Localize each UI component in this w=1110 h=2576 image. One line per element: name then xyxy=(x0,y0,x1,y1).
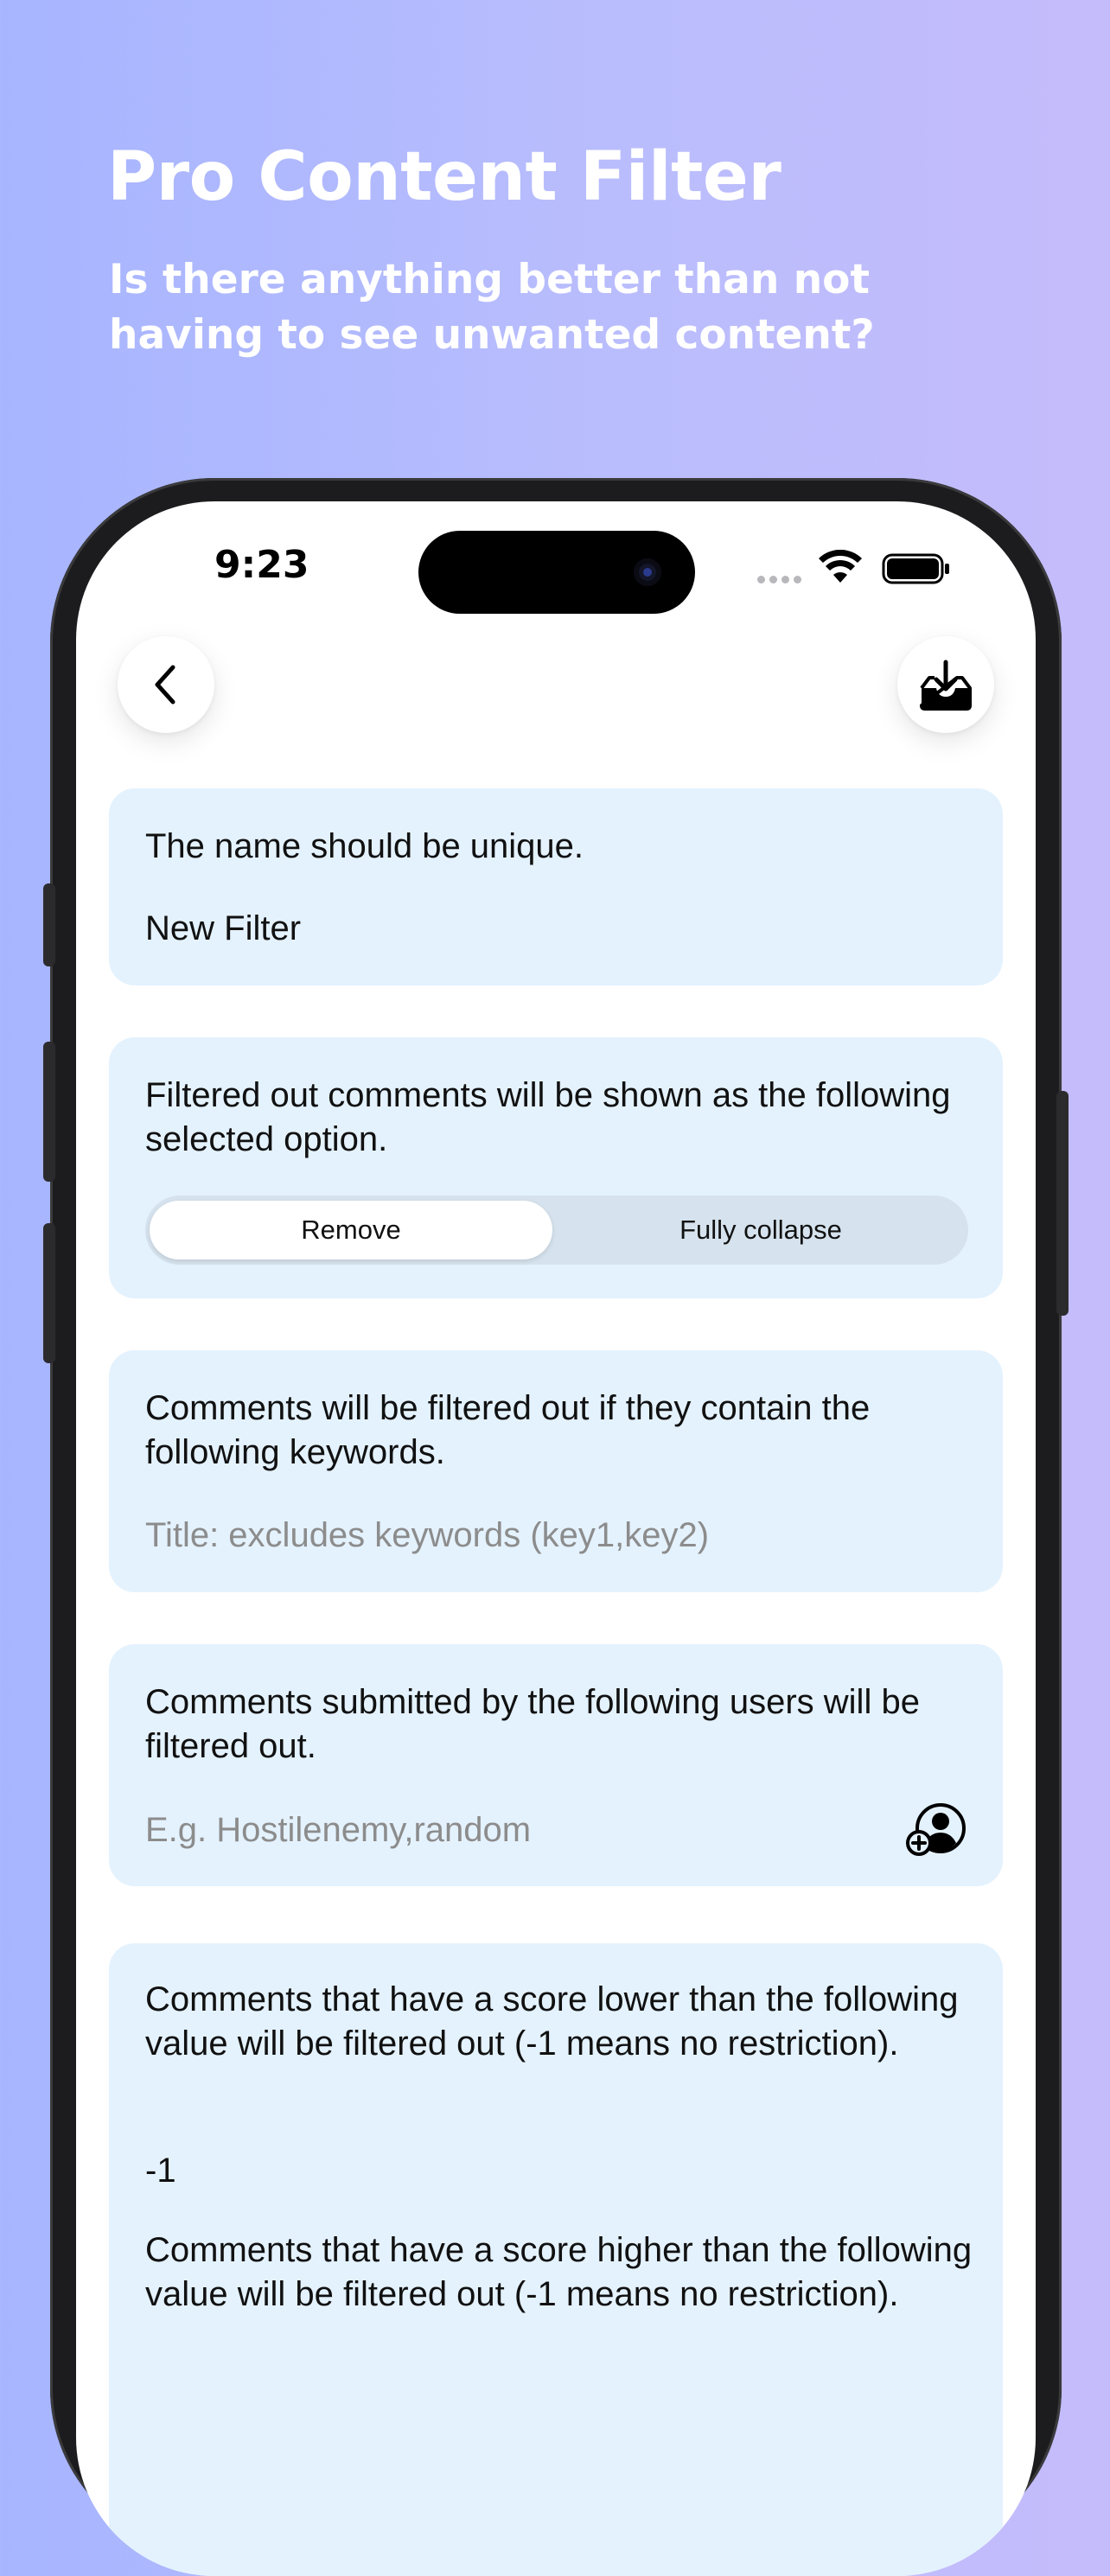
keywords-input[interactable]: Title: excludes keywords (key1,key2) xyxy=(145,1514,975,1558)
display-option-hint: Filtered out comments will be shown as t… xyxy=(145,1076,951,1158)
score-card: Comments that have a score lower than th… xyxy=(109,1943,1003,2576)
max-score-hint: Comments that have a score higher than t… xyxy=(145,2231,973,2313)
segment-fully-collapse[interactable]: Fully collapse xyxy=(557,1201,965,1259)
wifi-icon xyxy=(818,549,863,589)
name-card: The name should be unique. New Filter xyxy=(109,788,1003,985)
phone-action-button xyxy=(43,883,55,966)
save-filter-button[interactable] xyxy=(897,636,994,733)
display-option-card: Filtered out comments will be shown as t… xyxy=(109,1037,1003,1298)
tray-download-icon xyxy=(920,660,972,711)
display-mode-segmented-control: Remove Fully collapse xyxy=(145,1196,968,1265)
hero-subtitle: Is there anything better than not having… xyxy=(109,256,875,359)
users-card: Comments submitted by the following user… xyxy=(109,1644,1003,1886)
min-score-hint: Comments that have a score lower than th… xyxy=(145,1980,959,2063)
add-user-icon[interactable] xyxy=(906,1802,966,1858)
users-hint: Comments submitted by the following user… xyxy=(145,1683,920,1765)
signal-dots-icon xyxy=(757,572,806,588)
dynamic-island xyxy=(418,531,695,614)
keywords-hint: Comments will be filtered out if they co… xyxy=(145,1389,871,1471)
status-time: 9:23 xyxy=(214,543,309,587)
hero-title: Pro Content Filter xyxy=(107,138,781,216)
battery-icon xyxy=(882,553,951,589)
app-screen: 9:23 The name should be unique. New Filt… xyxy=(76,501,1036,2576)
phone-volume-up-button xyxy=(43,1042,55,1182)
name-hint: The name should be unique. xyxy=(145,827,584,865)
chevron-left-icon xyxy=(155,665,175,705)
front-camera-icon xyxy=(634,558,661,586)
min-score-input[interactable]: -1 xyxy=(145,2149,975,2193)
users-input[interactable]: E.g. Hostilenemy,random xyxy=(145,1808,854,1852)
segment-remove[interactable]: Remove xyxy=(150,1201,552,1259)
back-button[interactable] xyxy=(118,636,214,733)
keywords-card: Comments will be filtered out if they co… xyxy=(109,1350,1003,1592)
filter-name-input[interactable]: New Filter xyxy=(145,907,975,951)
phone-power-button xyxy=(1056,1091,1069,1316)
phone-volume-down-button xyxy=(43,1223,55,1363)
